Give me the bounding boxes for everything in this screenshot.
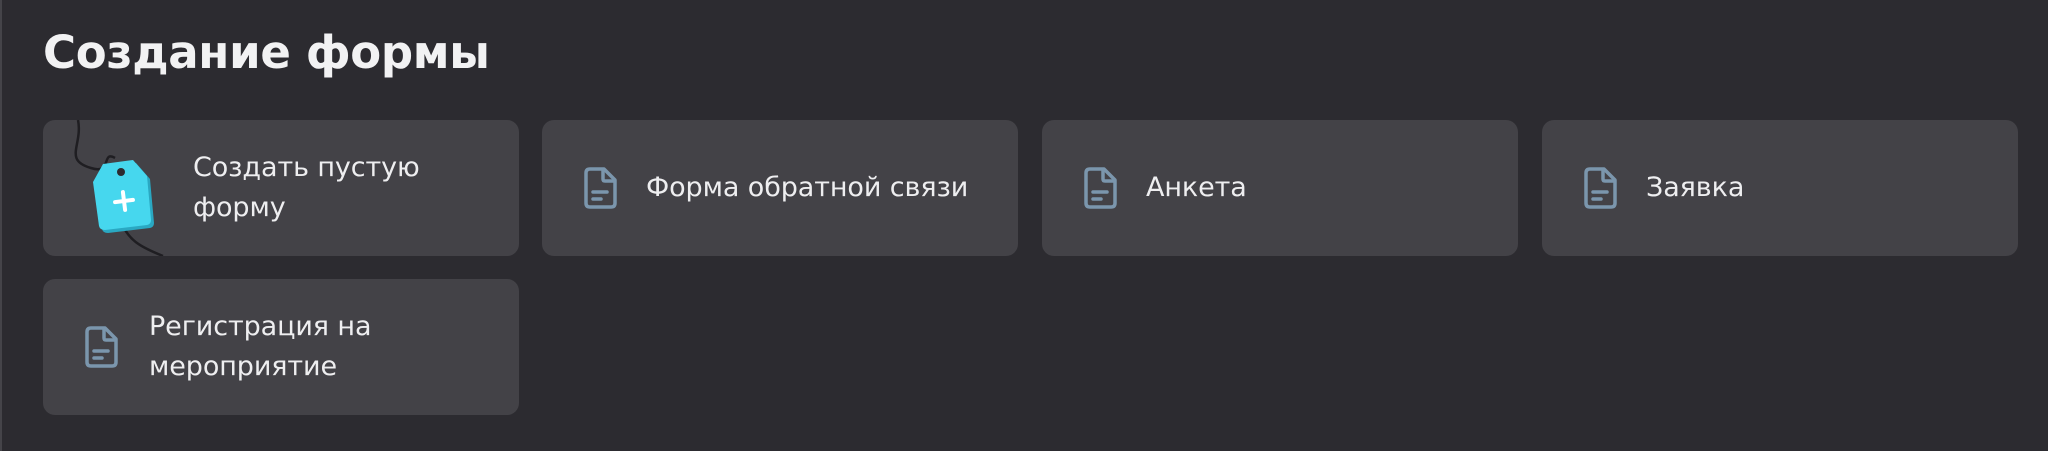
template-feedback-form-card[interactable]: Форма обратной связи	[542, 120, 1018, 256]
template-event-registration-card[interactable]: Регистрация на мероприятие	[43, 279, 519, 415]
window-left-edge	[0, 0, 2, 451]
create-empty-form-card[interactable]: Создать пустую форму	[43, 120, 519, 256]
template-questionnaire-card[interactable]: Анкета	[1042, 120, 1518, 256]
new-form-tag-icon	[43, 120, 193, 256]
template-application-label: Заявка	[1646, 172, 1745, 203]
page-title: Создание формы	[43, 26, 490, 79]
template-application-card[interactable]: Заявка	[1542, 120, 2018, 256]
document-icon	[1078, 165, 1122, 211]
create-empty-form-label: Создать пустую форму	[193, 152, 420, 223]
template-questionnaire-label: Анкета	[1146, 172, 1247, 203]
template-feedback-form-label: Форма обратной связи	[646, 172, 969, 203]
document-icon	[1578, 165, 1622, 211]
template-event-registration-label: Регистрация на мероприятие	[149, 311, 372, 382]
document-icon	[79, 324, 123, 370]
document-icon	[578, 165, 622, 211]
